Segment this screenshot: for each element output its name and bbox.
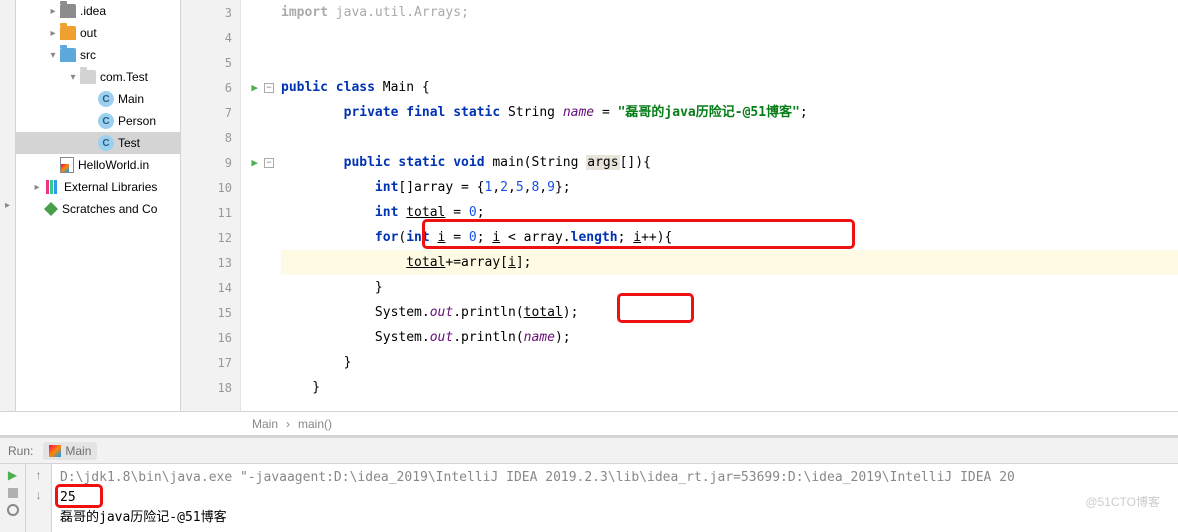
tree-label: Scratches and Co [62,202,157,216]
tree-package[interactable]: ▾ com.Test [16,66,180,88]
tree-external-libs[interactable]: ▸ External Libraries [16,176,180,198]
chevron-right-icon: ▸ [5,200,10,211]
tree-label: Person [118,114,156,128]
tree-class-main[interactable]: C Main [16,88,180,110]
chevron-right-icon: ▸ [46,6,60,17]
chevron-right-icon: ▸ [46,28,60,39]
editor[interactable]: 3 4 5 6▶− 7 8 9▶− 10 11 12 13 14 15 16 1… [181,0,1178,411]
tree-folder-idea[interactable]: ▸ .idea [16,0,180,22]
scratches-icon [44,202,58,216]
run-toolbar-left: ▶ [0,464,26,532]
class-icon: C [98,135,114,151]
folder-icon [60,4,76,18]
intellij-file-icon [60,157,74,173]
project-tree: ▸ .idea ▸ out ▾ src ▾ com.Test C Main C … [16,0,181,411]
run-toolbar-inner: ↑ ↓ [26,464,52,532]
tree-label: src [80,48,96,62]
tree-class-test[interactable]: C Test [16,132,180,154]
tree-folder-out[interactable]: ▸ out [16,22,180,44]
tree-label: Test [118,136,140,150]
run-tab[interactable]: Main [43,442,97,460]
editor-gutter[interactable]: 3 4 5 6▶− 7 8 9▶− 10 11 12 13 14 15 16 1… [181,0,241,411]
chevron-right-icon: › [286,417,290,431]
tree-label: out [80,26,97,40]
run-label: Run: [8,444,33,458]
tree-label: com.Test [100,70,148,84]
stop-icon[interactable] [8,488,18,498]
folder-icon [60,48,76,62]
breadcrumb-item[interactable]: Main [252,417,278,431]
down-arrow-icon[interactable]: ↓ [36,488,42,502]
class-icon: C [98,113,114,129]
tree-label: Main [118,92,144,106]
tree-label: External Libraries [64,180,157,194]
tree-class-person[interactable]: C Person [16,110,180,132]
run-panel-header: Run: Main [0,438,1178,464]
tree-iml-file[interactable]: HelloWorld.in [16,154,180,176]
class-icon: C [98,91,114,107]
package-icon [80,70,96,84]
left-tool-gutter[interactable]: ▸ [0,0,16,411]
breadcrumb-item[interactable]: main() [298,417,332,431]
run-panel: Run: Main ▶ ↑ ↓ D:\jdk1.8\bin\java.exe "… [0,435,1178,532]
console-line: 磊哥的java历险记-@51博客 [60,508,1170,528]
library-icon [44,180,60,194]
gear-icon[interactable] [7,504,19,516]
console-command-line: D:\jdk1.8\bin\java.exe "-javaagent:D:\id… [60,468,1170,488]
chevron-down-icon: ▾ [46,50,60,61]
chevron-down-icon: ▾ [66,72,80,83]
tree-scratches[interactable]: Scratches and Co [16,198,180,220]
console-output[interactable]: D:\jdk1.8\bin\java.exe "-javaagent:D:\id… [52,464,1178,532]
tree-folder-src[interactable]: ▾ src [16,44,180,66]
folder-icon [60,26,76,40]
tree-label: .idea [80,4,106,18]
console-line: 25 [60,488,1170,508]
breadcrumb[interactable]: Main › main() [0,411,1178,435]
watermark: @51CTO博客 [1085,493,1160,510]
play-icon[interactable]: ▶ [8,468,17,482]
chevron-right-icon: ▸ [30,182,44,193]
code-content[interactable]: import java.util.Arrays; public class Ma… [241,0,1178,411]
up-arrow-icon[interactable]: ↑ [36,468,42,482]
intellij-icon [49,445,61,457]
tree-label: HelloWorld.in [78,158,149,172]
